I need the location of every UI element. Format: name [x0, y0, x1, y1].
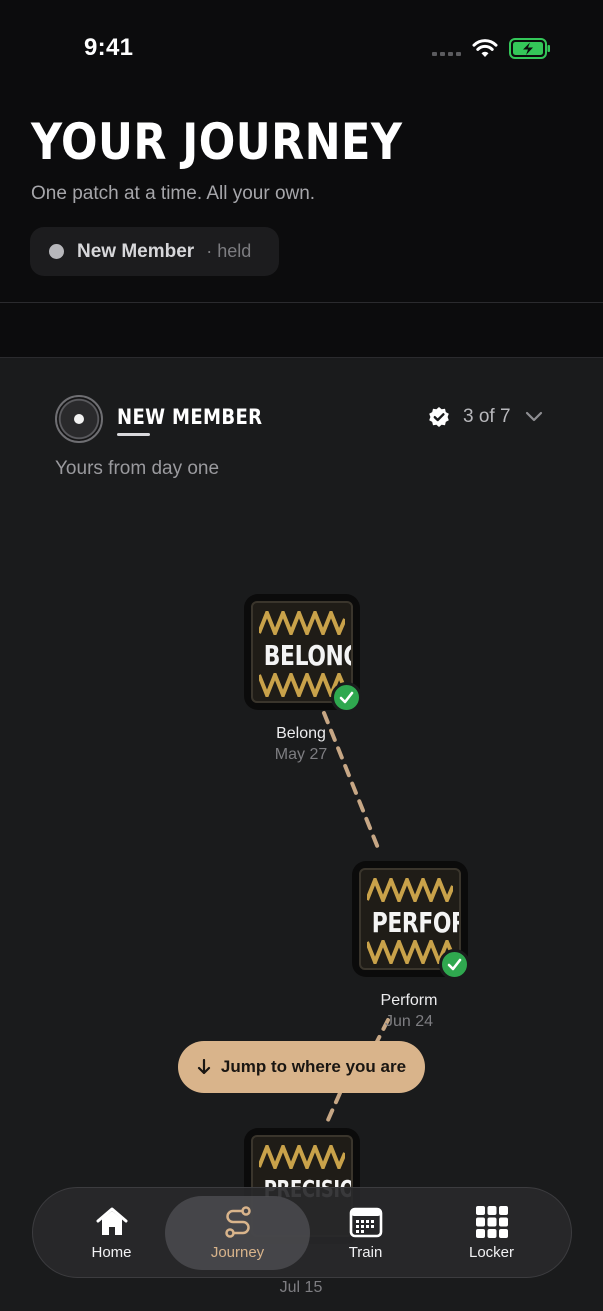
page-subtitle: One patch at a time. All your own. [31, 183, 316, 204]
cellular-signal-icon [432, 52, 461, 56]
chevron-down-icon [525, 411, 542, 422]
tier-title-underline [117, 433, 150, 436]
tab-label: Home [91, 1244, 132, 1261]
tier-emblem-icon [55, 395, 103, 443]
status-chip-suffix: · held [206, 241, 252, 261]
jump-button-label: Jump to where you are [220, 1057, 407, 1076]
tab-bar: Home Journey Train Locker [32, 1187, 572, 1278]
status-chip-label: New Member [77, 240, 195, 262]
status-time: 9:41 [84, 34, 134, 61]
tab-label: Journey [210, 1244, 265, 1261]
journey-section[interactable]: NEW MEMBER 3 of 7 Yours from day one BEL… [0, 358, 603, 1311]
tier-progress-count: 3 of 7 [463, 406, 511, 427]
patch-date: May 27 [274, 746, 328, 763]
tab-home[interactable]: Home [39, 1196, 184, 1270]
tab-label: Locker [468, 1244, 515, 1261]
patch-name: Belong [276, 725, 326, 742]
battery-charging-icon [509, 38, 550, 59]
wifi-icon [472, 39, 498, 57]
tier-progress-toggle[interactable]: 3 of 7 [428, 406, 543, 428]
patch-date: Jun 24 [384, 1013, 434, 1030]
patch-stripe-pattern [259, 611, 345, 635]
patch-name: Perform [380, 992, 438, 1009]
member-status-chip: New Member · held [30, 227, 279, 276]
verified-badge-icon [429, 407, 449, 427]
patch-word: BELONG [263, 639, 353, 672]
tier-title: NEW MEMBER [117, 405, 263, 429]
arrow-down-icon [197, 1059, 211, 1075]
journey-icon [224, 1206, 251, 1238]
earned-check-icon [331, 682, 362, 713]
jump-to-current-button[interactable]: Jump to where you are [178, 1041, 425, 1093]
tab-label: Train [348, 1244, 383, 1261]
calendar-icon [349, 1207, 382, 1238]
patch-stripe-pattern [367, 878, 453, 902]
patch-date: Jul 15 [279, 1279, 323, 1296]
section-gap [0, 303, 603, 357]
status-bar: 9:41 [0, 0, 603, 96]
home-icon [96, 1207, 127, 1235]
patch-word: PERFORM [371, 906, 459, 939]
earned-check-icon [439, 949, 470, 980]
tab-train[interactable]: Train [293, 1196, 438, 1270]
status-dot-icon [49, 244, 64, 259]
tab-locker[interactable]: Locker [419, 1196, 564, 1270]
patch-stripe-pattern [259, 1145, 345, 1169]
journey-header: YOUR JOURNEY One patch at a time. All yo… [0, 96, 603, 302]
page-title: YOUR JOURNEY [31, 113, 403, 171]
tab-journey[interactable]: Journey [165, 1196, 310, 1270]
tier-description: Yours from day one [55, 458, 220, 479]
grid-icon [475, 1206, 508, 1238]
